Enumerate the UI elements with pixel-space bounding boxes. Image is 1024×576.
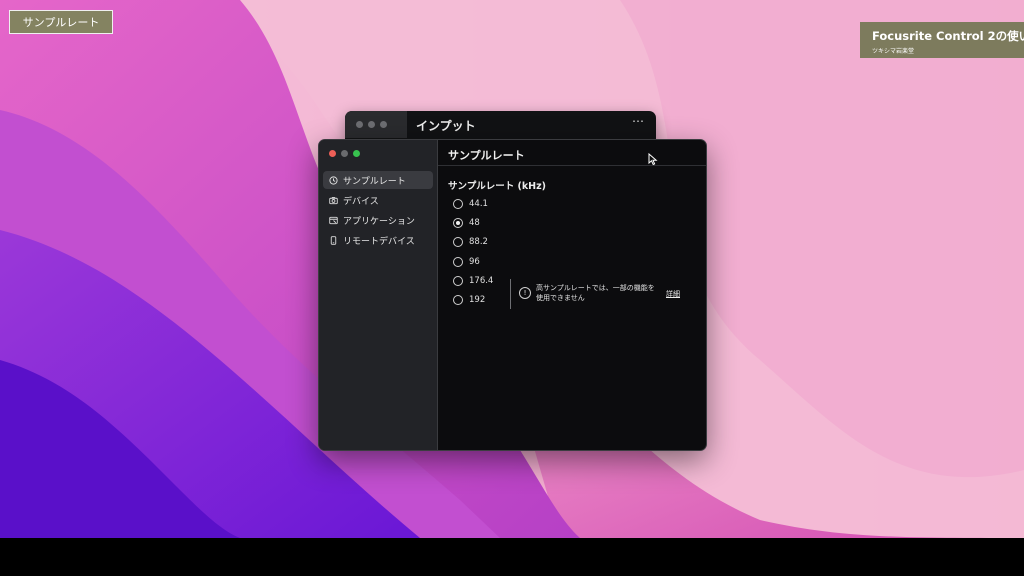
channel-name: ツキシマ岩楽堂 [872,48,915,55]
close-button[interactable] [329,150,336,157]
phone-icon [330,235,337,245]
sidebar-item-label: サンプルレート [343,176,406,187]
settings-window: サンプルレート デバイス アプリケーション リモートデバイス サンプルレート サ… [318,139,707,451]
sample-rate-option-44-1[interactable]: 44.1 [453,197,488,211]
option-label: 48 [469,218,480,228]
note-bracket-line [510,279,511,309]
sample-rate-option-192[interactable]: 192 [453,293,485,307]
radio-button[interactable] [453,237,463,247]
mouse-cursor-icon [648,153,658,166]
more-options-icon[interactable]: ⋯ [632,114,644,128]
sidebar-item-sample-rate[interactable]: サンプルレート [323,171,433,189]
minimize-button[interactable] [368,121,375,128]
high-sample-rate-note: ! 高サンプルレートでは、一部の機能を使用できません 詳細 [510,279,700,309]
option-label: 192 [469,295,486,305]
radio-button[interactable] [453,276,463,286]
info-icon: ! [519,287,531,299]
app-window-icon [329,216,338,224]
sample-rate-option-96[interactable]: 96 [453,255,480,269]
radio-button[interactable] [453,199,463,209]
option-label: 96 [469,257,480,267]
sample-rate-caption-tag: サンプルレート [9,10,113,34]
zoom-button[interactable] [353,150,360,157]
radio-button[interactable] [453,295,463,305]
caption-text: サンプルレート [22,16,100,29]
radio-button-selected[interactable] [453,218,463,228]
note-text: 高サンプルレートでは、一部の機能を使用できません [536,284,655,302]
input-window-title: インプット [416,119,476,133]
sample-rate-option-88-2[interactable]: 88.2 [453,235,488,249]
zoom-button[interactable] [380,121,387,128]
option-label: 88.2 [469,237,488,247]
settings-sidebar: サンプルレート デバイス アプリケーション リモートデバイス [319,140,438,450]
clock-icon [329,175,338,185]
sidebar-item-label: アプリケーション [343,216,415,227]
sidebar-item-label: デバイス [343,196,379,207]
letterbox-bar [0,538,1024,576]
sidebar-item-application[interactable]: アプリケーション [323,211,433,229]
sidebar-item-label: リモートデバイス [343,236,415,247]
minimize-button[interactable] [341,150,348,157]
sidebar-item-device[interactable]: デバイス [323,191,433,209]
option-label: 176.4 [469,276,494,286]
input-window-sidebar [345,111,407,138]
sample-rate-option-48[interactable]: 48 [453,216,480,230]
option-label: 44.1 [469,199,488,209]
video-title: Focusrite Control 2の使い方 [872,29,1024,43]
details-link[interactable]: 詳細 [666,289,680,299]
sample-rate-option-176-4[interactable]: 176.4 [453,274,493,288]
sidebar-item-remote-device[interactable]: リモートデバイス [323,231,433,249]
sample-rate-section-title: サンプルレート (kHz) [448,181,547,192]
close-button[interactable] [356,121,363,128]
panel-title: サンプルレート [438,140,706,166]
sample-rate-panel: サンプルレート サンプルレート (kHz) 44.1 48 88.2 96 17… [438,140,706,450]
radio-button[interactable] [453,257,463,267]
camera-icon [329,196,338,204]
video-title-tag: Focusrite Control 2の使い方 ツキシマ岩楽堂 [860,22,1024,58]
